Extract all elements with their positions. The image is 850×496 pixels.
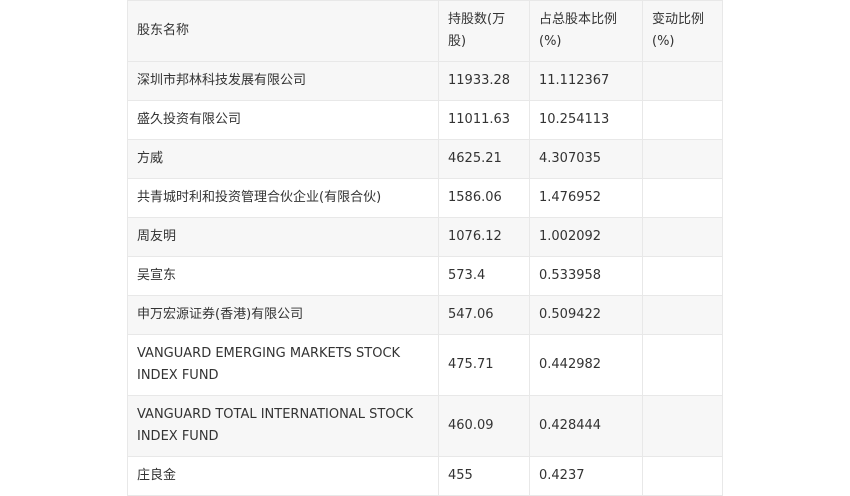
cell-shares-held: 1076.12	[438, 217, 530, 257]
table-row: 深圳市邦林科技发展有限公司 11933.28 11.112367	[127, 61, 723, 101]
cell-change-ratio	[642, 334, 723, 396]
cell-shareholder-name: 申万宏源证券(香港)有限公司	[127, 295, 439, 335]
cell-shareholder-name: 盛久投资有限公司	[127, 100, 439, 140]
table-row: 庄良金 455 0.4237	[127, 456, 723, 496]
shareholder-table-container: 股东名称 持股数(万股) 占总股本比例(%) 变动比例(%) 深圳市邦林科技发展…	[127, 0, 723, 496]
table-row: VANGUARD EMERGING MARKETS STOCK INDEX FU…	[127, 334, 723, 396]
cell-shareholder-name: VANGUARD TOTAL INTERNATIONAL STOCK INDEX…	[127, 395, 439, 457]
cell-shares-held: 455	[438, 456, 530, 496]
header-shareholder-name: 股东名称	[127, 0, 439, 62]
header-share-ratio: 占总股本比例(%)	[529, 0, 643, 62]
cell-shares-held: 11933.28	[438, 61, 530, 101]
header-change-ratio: 变动比例(%)	[642, 0, 723, 62]
cell-shares-held: 460.09	[438, 395, 530, 457]
table-row: VANGUARD TOTAL INTERNATIONAL STOCK INDEX…	[127, 395, 723, 457]
cell-share-ratio: 4.307035	[529, 139, 643, 179]
cell-change-ratio	[642, 295, 723, 335]
cell-shareholder-name: VANGUARD EMERGING MARKETS STOCK INDEX FU…	[127, 334, 439, 396]
cell-change-ratio	[642, 456, 723, 496]
cell-share-ratio: 0.533958	[529, 256, 643, 296]
cell-share-ratio: 0.509422	[529, 295, 643, 335]
table-row: 共青城时利和投资管理合伙企业(有限合伙) 1586.06 1.476952	[127, 178, 723, 218]
table-row: 申万宏源证券(香港)有限公司 547.06 0.509422	[127, 295, 723, 335]
table-row: 周友明 1076.12 1.002092	[127, 217, 723, 257]
cell-change-ratio	[642, 217, 723, 257]
table-row: 盛久投资有限公司 11011.63 10.254113	[127, 100, 723, 140]
cell-change-ratio	[642, 100, 723, 140]
cell-change-ratio	[642, 178, 723, 218]
cell-shareholder-name: 深圳市邦林科技发展有限公司	[127, 61, 439, 101]
cell-shares-held: 573.4	[438, 256, 530, 296]
cell-shares-held: 11011.63	[438, 100, 530, 140]
cell-share-ratio: 11.112367	[529, 61, 643, 101]
cell-shares-held: 4625.21	[438, 139, 530, 179]
cell-shares-held: 1586.06	[438, 178, 530, 218]
cell-share-ratio: 0.428444	[529, 395, 643, 457]
cell-change-ratio	[642, 395, 723, 457]
cell-share-ratio: 1.476952	[529, 178, 643, 218]
cell-shareholder-name: 方威	[127, 139, 439, 179]
header-shares-held: 持股数(万股)	[438, 0, 530, 62]
cell-share-ratio: 1.002092	[529, 217, 643, 257]
cell-shares-held: 547.06	[438, 295, 530, 335]
cell-shareholder-name: 庄良金	[127, 456, 439, 496]
table-row: 方威 4625.21 4.307035	[127, 139, 723, 179]
shareholder-table: 股东名称 持股数(万股) 占总股本比例(%) 变动比例(%) 深圳市邦林科技发展…	[127, 0, 723, 496]
table-row: 吴宣东 573.4 0.533958	[127, 256, 723, 296]
cell-shares-held: 475.71	[438, 334, 530, 396]
cell-shareholder-name: 共青城时利和投资管理合伙企业(有限合伙)	[127, 178, 439, 218]
cell-change-ratio	[642, 61, 723, 101]
cell-change-ratio	[642, 139, 723, 179]
table-header-row: 股东名称 持股数(万股) 占总股本比例(%) 变动比例(%)	[127, 0, 723, 62]
cell-share-ratio: 10.254113	[529, 100, 643, 140]
cell-share-ratio: 0.4237	[529, 456, 643, 496]
cell-shareholder-name: 周友明	[127, 217, 439, 257]
cell-shareholder-name: 吴宣东	[127, 256, 439, 296]
cell-change-ratio	[642, 256, 723, 296]
cell-share-ratio: 0.442982	[529, 334, 643, 396]
